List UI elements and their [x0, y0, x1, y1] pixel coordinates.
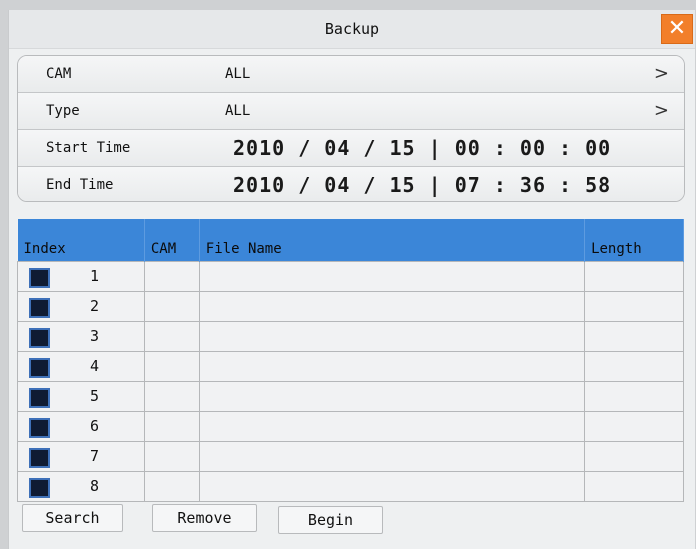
row-checkbox[interactable]: [29, 388, 50, 408]
row-index: 6: [90, 417, 100, 435]
start-time-row: Start Time 2010 / 04 / 15 | 00 : 00 : 00: [18, 130, 684, 167]
start-time-input[interactable]: 2010 / 04 / 15 | 00 : 00 : 00: [233, 136, 611, 160]
close-icon: ✕: [667, 16, 687, 41]
end-time-input[interactable]: 2010 / 04 / 15 | 07 : 36 : 58: [233, 173, 611, 197]
file-name-cell: [198, 411, 586, 442]
column-header-cam: CAM: [144, 219, 200, 262]
length-cell: [584, 381, 684, 412]
cam-cell: [143, 291, 200, 322]
index-cell: 3: [17, 321, 145, 352]
row-index: 5: [90, 387, 100, 405]
row-index: 7: [90, 447, 100, 465]
close-button[interactable]: ✕: [661, 14, 693, 44]
table-row[interactable]: 3: [17, 321, 684, 352]
title-bar: Backup ✕: [9, 10, 695, 49]
cam-label: CAM: [46, 66, 72, 82]
length-cell: [584, 471, 684, 502]
length-cell: [584, 321, 684, 352]
cam-cell: [143, 321, 200, 352]
table-row[interactable]: 4: [17, 351, 684, 382]
row-checkbox[interactable]: [29, 328, 50, 348]
row-checkbox[interactable]: [29, 418, 50, 438]
index-cell: 2: [17, 291, 145, 322]
end-time-label: End Time: [46, 177, 114, 193]
file-name-cell: [198, 381, 586, 412]
index-cell: 8: [17, 471, 145, 502]
file-name-cell: [198, 291, 586, 322]
row-index: 1: [90, 267, 100, 285]
length-cell: [584, 411, 684, 442]
table-row[interactable]: 2: [17, 291, 684, 322]
file-name-cell: [198, 321, 586, 352]
row-checkbox[interactable]: [29, 478, 50, 498]
cam-cell: [143, 381, 200, 412]
begin-button[interactable]: Begin: [278, 506, 383, 534]
index-cell: 6: [17, 411, 145, 442]
file-name-cell: [198, 471, 586, 502]
length-cell: [584, 261, 684, 292]
index-cell: 1: [17, 261, 145, 292]
index-cell: 4: [17, 351, 145, 382]
cam-cell: [143, 351, 200, 382]
cam-cell: [143, 411, 200, 442]
chevron-right-icon[interactable]: >: [654, 100, 669, 121]
row-index: 2: [90, 297, 100, 315]
backup-file-table: Index CAM File Name Length 1 2 3 4 5 6 7…: [17, 219, 684, 502]
remove-button[interactable]: Remove: [152, 504, 257, 532]
file-name-cell: [198, 261, 586, 292]
length-cell: [584, 441, 684, 472]
start-time-label: Start Time: [46, 140, 131, 156]
type-selector[interactable]: Type ALL >: [18, 93, 684, 130]
column-header-file-name: File Name: [199, 219, 586, 262]
row-index: 4: [90, 357, 100, 375]
length-cell: [584, 291, 684, 322]
window-title: Backup: [324, 20, 380, 38]
index-cell: 5: [17, 381, 145, 412]
cam-cell: [143, 441, 200, 472]
table-row[interactable]: 7: [17, 441, 684, 472]
cam-cell: [143, 471, 200, 502]
type-value: ALL: [225, 103, 251, 119]
row-checkbox[interactable]: [29, 358, 50, 378]
index-cell: 7: [17, 441, 145, 472]
chevron-right-icon[interactable]: >: [654, 63, 669, 84]
row-index: 8: [90, 477, 100, 495]
table-row[interactable]: 1: [17, 261, 684, 292]
length-cell: [584, 351, 684, 382]
row-index: 3: [90, 327, 100, 345]
cam-selector[interactable]: CAM ALL >: [18, 56, 684, 93]
table-row[interactable]: 8: [17, 471, 684, 502]
end-time-row: End Time 2010 / 04 / 15 | 07 : 36 : 58: [18, 167, 684, 201]
file-name-cell: [198, 351, 586, 382]
cam-cell: [143, 261, 200, 292]
row-checkbox[interactable]: [29, 298, 50, 318]
backup-settings-panel: CAM ALL > Type ALL > Start Time 2010 / 0…: [17, 55, 685, 202]
file-name-cell: [198, 441, 586, 472]
row-checkbox[interactable]: [29, 268, 50, 288]
search-button[interactable]: Search: [22, 504, 123, 532]
row-checkbox[interactable]: [29, 448, 50, 468]
table-row[interactable]: 5: [17, 381, 684, 412]
column-header-length: Length: [584, 219, 684, 262]
cam-value: ALL: [225, 66, 251, 82]
table-row[interactable]: 6: [17, 411, 684, 442]
type-label: Type: [46, 103, 80, 119]
column-header-index: Index: [17, 219, 145, 262]
table-header: Index CAM File Name Length: [17, 219, 684, 262]
